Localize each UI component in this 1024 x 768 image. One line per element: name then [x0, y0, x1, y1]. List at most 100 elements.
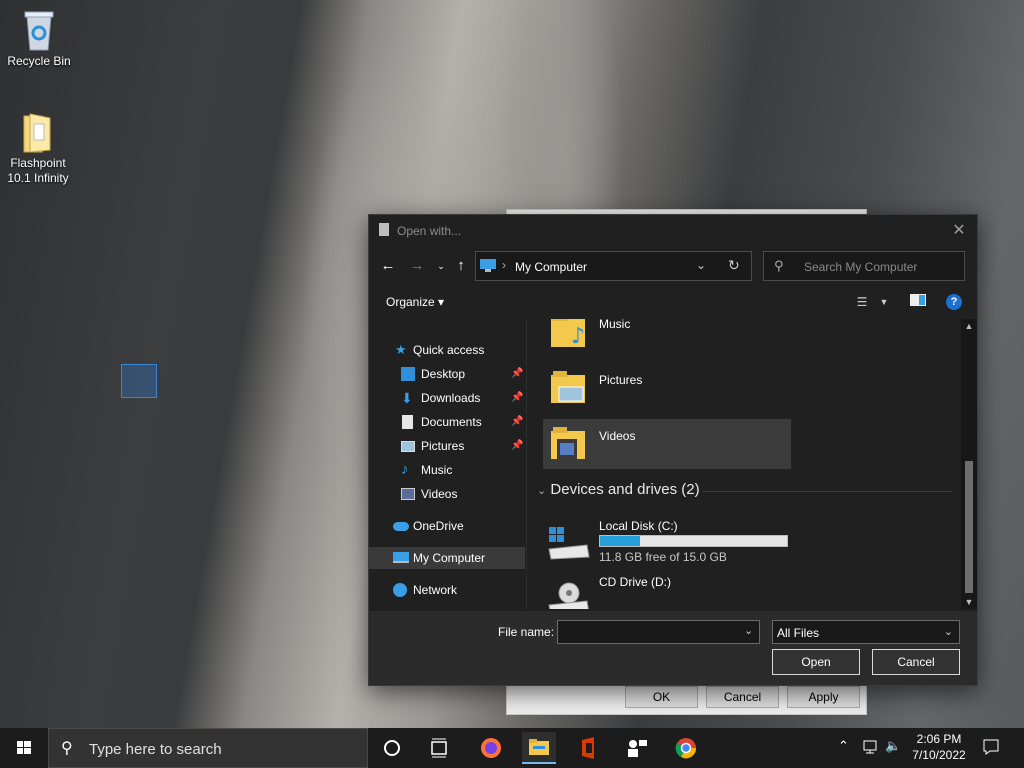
recycle-bin-icon — [19, 8, 59, 52]
search-icon: ⚲ — [61, 740, 73, 757]
videos-icon — [401, 488, 415, 500]
view-options-icon[interactable]: ☰ — [853, 293, 871, 311]
clock-time: 2:06 PM — [916, 732, 962, 746]
dialog-title: Open with... — [397, 224, 462, 238]
nav-network[interactable]: Network — [369, 579, 525, 601]
drive-usage-fill — [600, 536, 640, 546]
drive-item-d[interactable]: CD Drive (D:) — [547, 575, 807, 609]
chrome-icon[interactable] — [669, 732, 703, 764]
notifications-icon[interactable] — [982, 738, 1000, 768]
people-app-icon[interactable] — [620, 732, 654, 764]
nav-music[interactable]: ♪ Music — [369, 459, 525, 481]
apply-button[interactable]: Apply — [787, 686, 860, 708]
group-divider — [703, 491, 953, 492]
start-button[interactable] — [0, 728, 48, 768]
show-hidden-icons-chevron-icon[interactable]: ⌃ — [838, 738, 849, 768]
file-explorer-icon[interactable] — [522, 732, 556, 764]
nav-label: Network — [413, 583, 458, 597]
taskbar: ⚲ Type here to search ⌃ 🔈 2:06 PM 7/10/2… — [0, 728, 1024, 768]
selection-rectangle — [121, 364, 157, 398]
nav-quick-access[interactable]: ★ Quick access — [369, 339, 525, 361]
taskbar-search-placeholder: Type here to search — [89, 741, 222, 758]
desktop-icon-recycle-bin[interactable]: Recycle Bin — [1, 8, 77, 69]
folder-item-pictures[interactable]: Pictures — [543, 363, 791, 413]
file-type-select[interactable]: All Files ⌄ — [772, 620, 960, 644]
nav-label: OneDrive — [413, 519, 464, 533]
nav-label: Music — [421, 463, 453, 477]
desktop-icon-flashpoint[interactable]: Flashpoint 10.1 Infinity — [0, 110, 76, 186]
pictures-icon — [401, 441, 415, 452]
folder-icon — [18, 110, 58, 154]
scroll-up-icon[interactable]: ▲ — [961, 319, 977, 333]
dialog-titlebar[interactable]: Open with... ✕ — [369, 215, 977, 247]
desktop-icon-label-line2: 10.1 Infinity — [7, 171, 69, 185]
search-box[interactable]: ⚲ Search My Computer — [763, 251, 965, 281]
pin-icon[interactable]: 📌 — [511, 363, 523, 385]
close-button[interactable]: ✕ — [947, 219, 971, 243]
drive-label: CD Drive (D:) — [599, 575, 671, 589]
windows-logo-icon — [17, 741, 31, 754]
scroll-down-icon[interactable]: ▼ — [961, 595, 977, 609]
refresh-icon[interactable]: ↻ — [728, 257, 740, 274]
help-icon[interactable]: ? — [946, 294, 962, 310]
up-arrow-icon[interactable]: ↑ — [451, 255, 471, 277]
open-button[interactable]: Open — [772, 649, 860, 675]
drive-usage-bar — [599, 535, 788, 547]
back-arrow-icon[interactable]: ← — [378, 255, 398, 277]
nav-pictures[interactable]: Pictures 📌 — [369, 435, 525, 457]
hard-drive-icon — [547, 525, 591, 561]
folder-label: Music — [599, 319, 631, 331]
pin-icon[interactable]: 📌 — [511, 435, 523, 457]
taskbar-clock[interactable]: 2:06 PM 7/10/2022 — [902, 731, 976, 763]
recent-locations-chevron-icon[interactable]: ⌄ — [431, 255, 451, 277]
taskbar-search-box[interactable]: ⚲ Type here to search — [48, 728, 368, 768]
scroll-thumb[interactable] — [965, 461, 973, 593]
office-icon[interactable] — [572, 732, 606, 764]
drive-label: Local Disk (C:) — [599, 519, 678, 533]
network-status-icon[interactable] — [862, 737, 880, 768]
clock-date: 7/10/2022 — [912, 748, 966, 762]
address-bar[interactable]: › My Computer ⌄ ↻ — [475, 251, 752, 281]
drive-item-c[interactable]: Local Disk (C:) 11.8 GB free of 15.0 GB — [547, 519, 807, 567]
pin-icon[interactable]: 📌 — [511, 387, 523, 409]
desktop-icon-label: Flashpoint — [10, 156, 66, 170]
organize-button[interactable]: Organize ▾ — [386, 295, 444, 309]
nav-label: Desktop — [421, 367, 466, 381]
cd-drive-icon — [547, 581, 591, 609]
pin-icon[interactable]: 📌 — [511, 411, 523, 433]
devices-group-header[interactable]: ⌄ Devices and drives (2) — [537, 481, 700, 498]
preview-pane-icon[interactable] — [909, 293, 927, 311]
file-name-input[interactable] — [557, 620, 760, 644]
chevron-right-icon: › — [502, 258, 506, 272]
forward-arrow-icon[interactable]: → — [407, 255, 427, 277]
chevron-down-icon[interactable]: ▼ — [875, 293, 893, 311]
chevron-down-icon[interactable]: ⌄ — [696, 258, 706, 272]
nav-label: My Computer — [413, 551, 486, 565]
nav-my-computer[interactable]: My Computer — [369, 547, 525, 569]
nav-onedrive[interactable]: OneDrive — [369, 515, 525, 537]
cancel-button[interactable]: Cancel — [706, 686, 779, 708]
nav-desktop[interactable]: Desktop 📌 — [369, 363, 525, 385]
volume-icon[interactable]: 🔈 — [885, 738, 901, 768]
ok-button[interactable]: OK — [625, 686, 698, 708]
folder-item-videos[interactable]: Videos — [543, 419, 791, 469]
vertical-scrollbar[interactable]: ▲ ▼ — [961, 319, 977, 609]
content-pane: ♪ Music Pictures Videos ⌄ Devices and dr… — [527, 319, 961, 609]
cortana-icon[interactable] — [375, 732, 409, 764]
nav-documents[interactable]: Documents 📌 — [369, 411, 525, 433]
nav-label: Quick access — [413, 343, 485, 357]
navigation-pane: ★ Quick access Desktop 📌 ⬇ Downloads 📌 D… — [369, 319, 525, 609]
search-icon: ⚲ — [774, 258, 784, 273]
dialog-footer: File name: ⌄ All Files ⌄ Open Cancel — [369, 611, 977, 685]
folder-label: Videos — [599, 429, 636, 443]
nav-videos[interactable]: Videos — [369, 483, 525, 505]
task-view-icon[interactable] — [422, 732, 456, 764]
firefox-icon[interactable] — [474, 732, 508, 764]
cancel-button[interactable]: Cancel — [872, 649, 960, 675]
chevron-down-icon: ⌄ — [537, 485, 547, 497]
music-note-icon: ♪ — [401, 461, 409, 478]
folder-item-music[interactable]: ♪ Music — [543, 319, 791, 357]
nav-label: Videos — [421, 487, 458, 501]
chevron-down-icon[interactable]: ⌄ — [744, 624, 753, 637]
nav-downloads[interactable]: ⬇ Downloads 📌 — [369, 387, 525, 409]
